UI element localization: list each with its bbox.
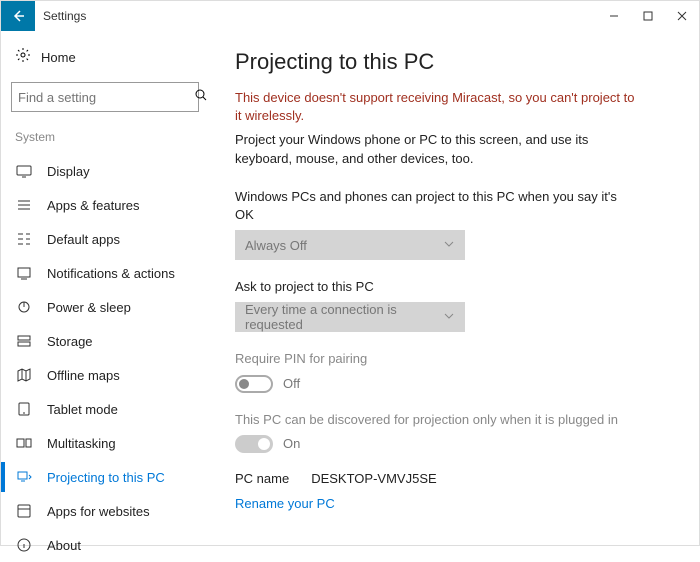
home-label: Home — [41, 50, 76, 65]
search-field[interactable] — [18, 90, 194, 105]
default-apps-icon — [15, 230, 33, 248]
nav-multitasking[interactable]: Multitasking — [11, 426, 211, 460]
close-icon — [677, 11, 687, 21]
maps-icon — [15, 366, 33, 384]
power-icon — [15, 298, 33, 316]
main-panel: Projecting to this PC This device doesn'… — [211, 31, 699, 545]
nav-label: Display — [47, 164, 90, 179]
rename-pc-link[interactable]: Rename your PC — [235, 496, 671, 511]
websites-icon — [15, 502, 33, 520]
sidebar: Home System Display Apps & features Defa… — [1, 31, 211, 545]
close-button[interactable] — [665, 1, 699, 31]
project-permission-dropdown[interactable]: Always Off — [235, 230, 465, 260]
nav-label: Tablet mode — [47, 402, 118, 417]
nav-display[interactable]: Display — [11, 154, 211, 188]
require-pin-label: Require PIN for pairing — [235, 350, 635, 368]
discover-plugged-label: This PC can be discovered for projection… — [235, 411, 635, 429]
toggle-state: Off — [283, 376, 300, 391]
toggle-state: On — [283, 436, 300, 451]
nav-apps-websites[interactable]: Apps for websites — [11, 494, 211, 528]
nav-offline-maps[interactable]: Offline maps — [11, 358, 211, 392]
require-pin-toggle[interactable] — [235, 375, 273, 393]
nav-apps-features[interactable]: Apps & features — [11, 188, 211, 222]
sidebar-group-header: System — [11, 126, 211, 154]
pc-name-value: DESKTOP-VMVJ5SE — [311, 471, 436, 486]
nav-label: Multitasking — [47, 436, 116, 451]
tablet-icon — [15, 400, 33, 418]
title-bar: Settings — [1, 1, 699, 31]
back-button[interactable] — [1, 1, 35, 31]
apps-icon — [15, 196, 33, 214]
minimize-button[interactable] — [597, 1, 631, 31]
maximize-icon — [643, 11, 653, 21]
chevron-down-icon — [443, 310, 455, 325]
pc-name-row: PC name DESKTOP-VMVJ5SE — [235, 471, 671, 486]
multitasking-icon — [15, 434, 33, 452]
window-controls — [597, 1, 699, 31]
gear-icon — [15, 47, 31, 68]
nav-label: Offline maps — [47, 368, 120, 383]
ask-project-dropdown[interactable]: Every time a connection is requested — [235, 302, 465, 332]
dropdown-value: Always Off — [245, 238, 307, 253]
storage-icon — [15, 332, 33, 350]
search-input[interactable] — [11, 82, 199, 112]
chevron-down-icon — [443, 238, 455, 253]
page-title: Projecting to this PC — [235, 49, 671, 75]
maximize-button[interactable] — [631, 1, 665, 31]
projecting-icon — [15, 468, 33, 486]
display-icon — [15, 162, 33, 180]
nav-notifications[interactable]: Notifications & actions — [11, 256, 211, 290]
nav-label: Power & sleep — [47, 300, 131, 315]
project-permission-label: Windows PCs and phones can project to th… — [235, 188, 635, 224]
nav-label: Default apps — [47, 232, 120, 247]
notifications-icon — [15, 264, 33, 282]
nav-power-sleep[interactable]: Power & sleep — [11, 290, 211, 324]
nav-label: Projecting to this PC — [47, 470, 165, 485]
nav-label: About — [47, 538, 81, 553]
minimize-icon — [609, 11, 619, 21]
nav-storage[interactable]: Storage — [11, 324, 211, 358]
nav-about[interactable]: About — [11, 528, 211, 562]
ask-project-label: Ask to project to this PC — [235, 278, 635, 296]
miracast-warning: This device doesn't support receiving Mi… — [235, 89, 635, 125]
nav-projecting[interactable]: Projecting to this PC — [11, 460, 211, 494]
nav-label: Storage — [47, 334, 93, 349]
search-icon — [194, 88, 208, 107]
discover-plugged-toggle[interactable] — [235, 435, 273, 453]
page-description: Project your Windows phone or PC to this… — [235, 131, 615, 167]
nav-label: Notifications & actions — [47, 266, 175, 281]
info-icon — [15, 536, 33, 554]
window-title: Settings — [43, 9, 86, 23]
nav-label: Apps & features — [47, 198, 140, 213]
nav-default-apps[interactable]: Default apps — [11, 222, 211, 256]
nav-tablet-mode[interactable]: Tablet mode — [11, 392, 211, 426]
nav-label: Apps for websites — [47, 504, 150, 519]
dropdown-value: Every time a connection is requested — [245, 302, 443, 332]
home-button[interactable]: Home — [11, 41, 211, 82]
pc-name-label: PC name — [235, 471, 289, 486]
nav-list: Display Apps & features Default apps Not… — [11, 154, 211, 562]
arrow-left-icon — [10, 8, 26, 24]
